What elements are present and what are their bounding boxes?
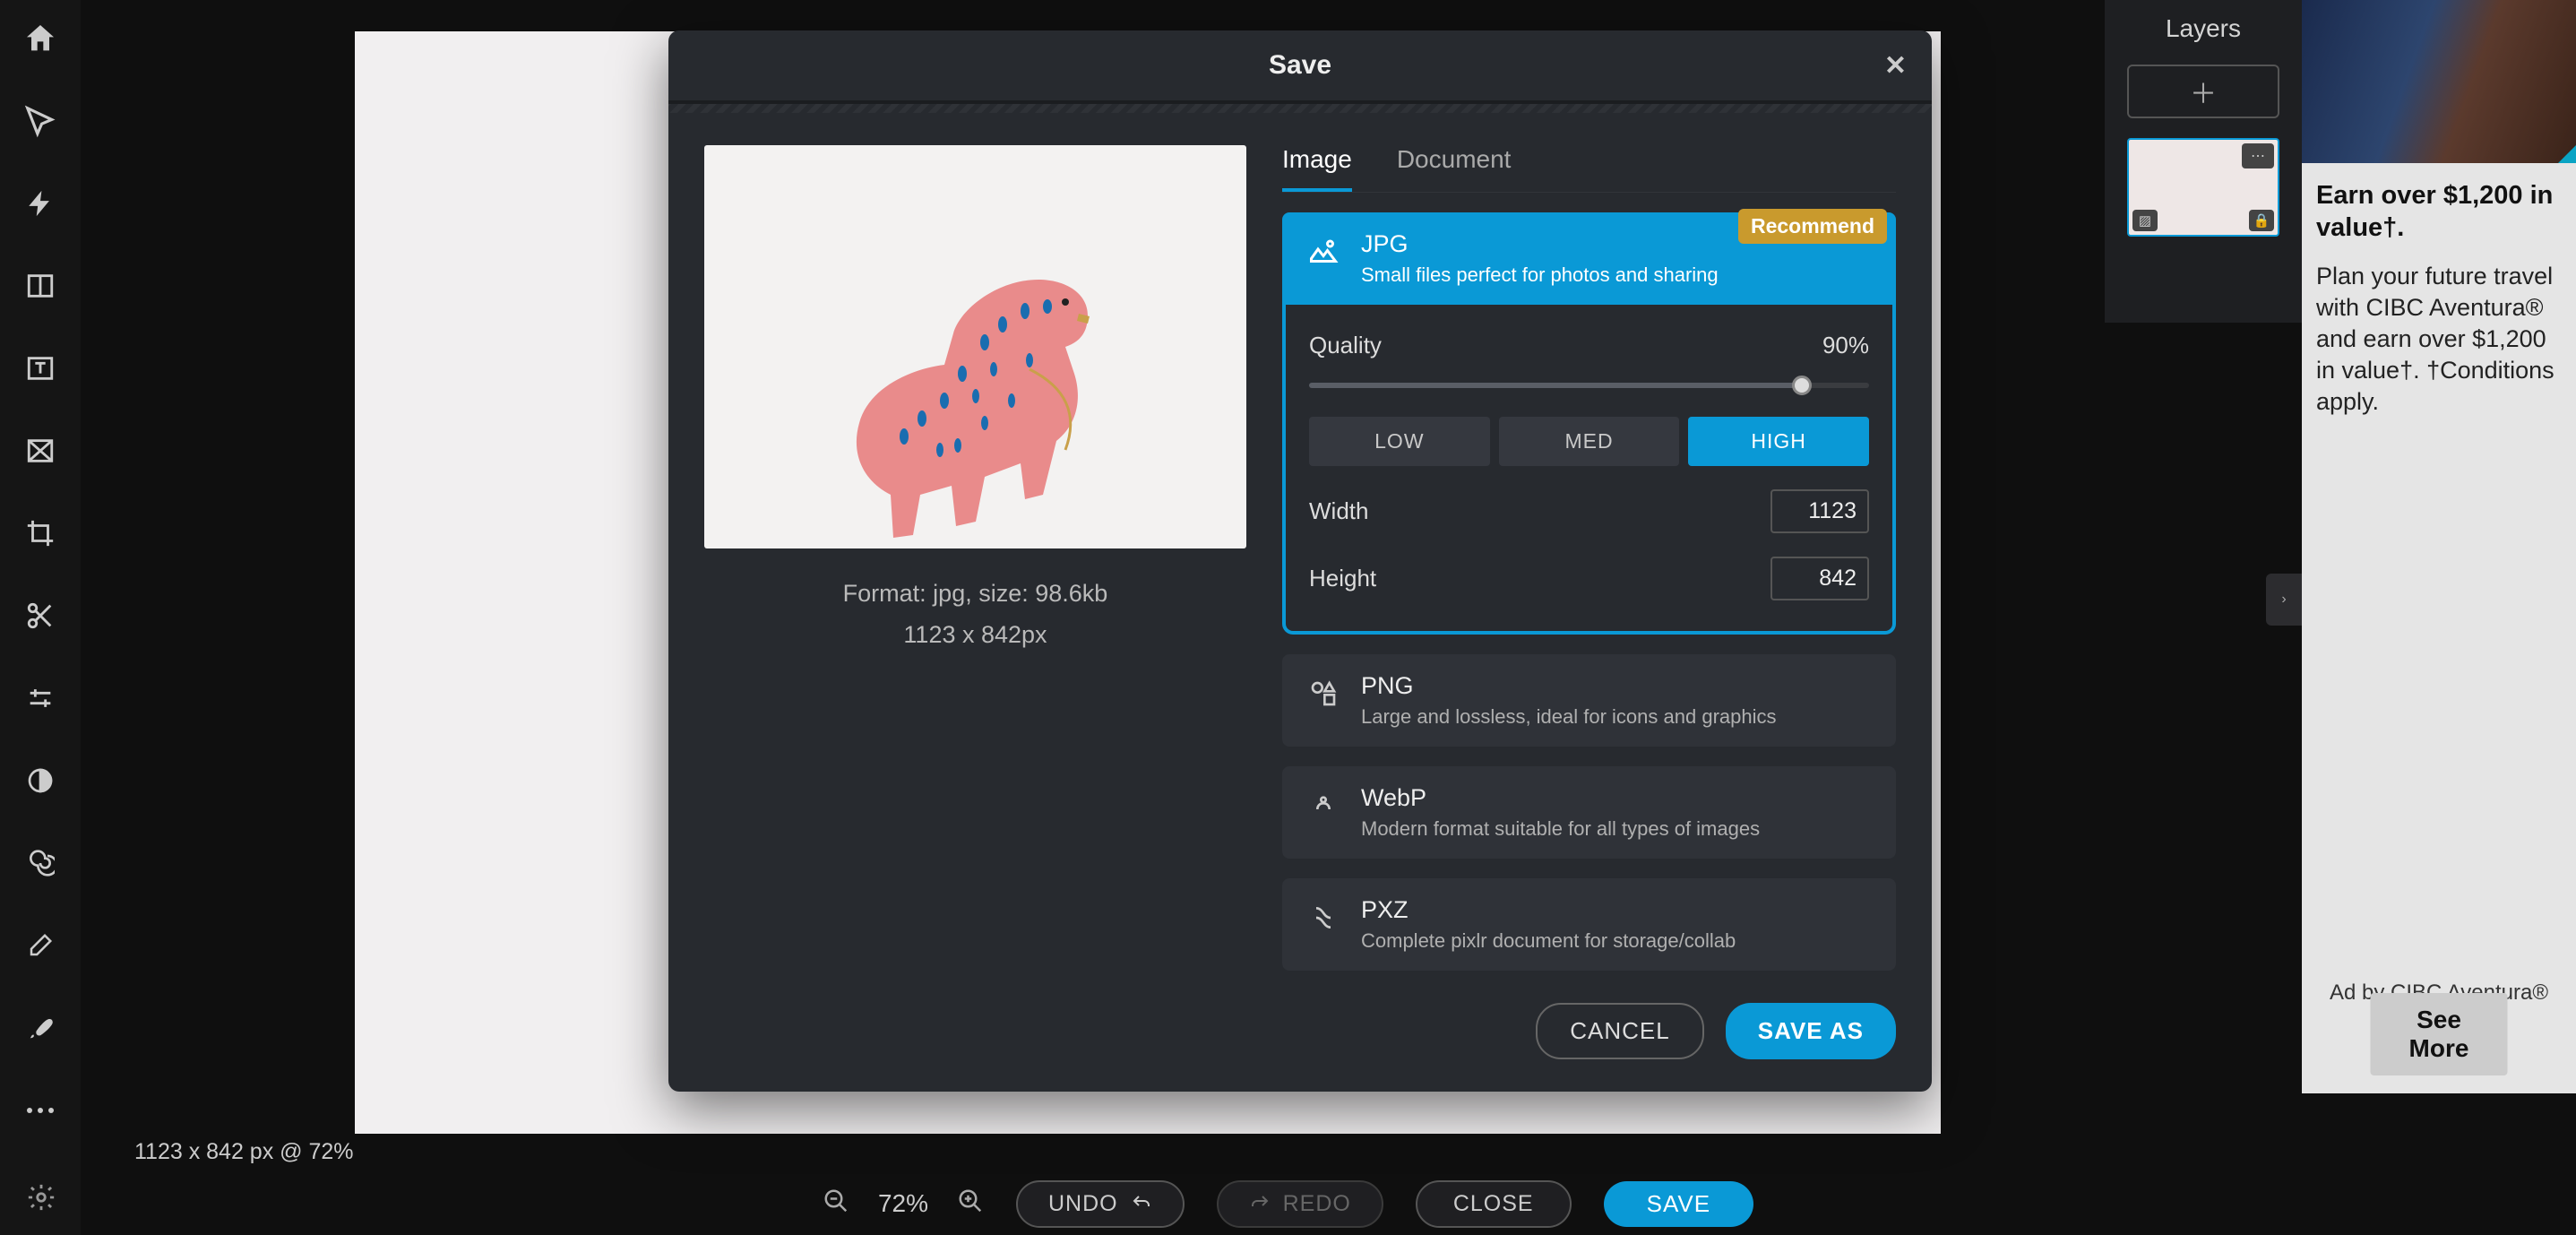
format-webp-desc: Modern format suitable for all types of …	[1361, 817, 1760, 841]
layers-panel: Layers ＋ ⋯ ▨ 🔒	[2105, 0, 2302, 323]
quality-label: Quality	[1309, 332, 1382, 359]
layer-type-icon: ▨	[2132, 210, 2158, 231]
contrast-icon[interactable]	[18, 758, 63, 803]
ad-image[interactable]	[2302, 0, 2576, 163]
format-jpg-desc: Small files perfect for photos and shari…	[1361, 263, 1719, 287]
pxz-icon	[1305, 900, 1341, 936]
undo-button[interactable]: UNDO	[1016, 1180, 1185, 1228]
webp-icon	[1305, 788, 1341, 824]
tab-document[interactable]: Document	[1397, 145, 1512, 192]
preset-high[interactable]: HIGH	[1688, 417, 1869, 466]
zoom-in-icon[interactable]	[957, 1188, 984, 1221]
pointer-icon[interactable]	[18, 99, 63, 143]
tab-image[interactable]: Image	[1282, 145, 1352, 192]
brush-icon[interactable]	[18, 1006, 63, 1050]
format-webp-title: WebP	[1361, 784, 1760, 812]
format-png-desc: Large and lossless, ideal for icons and …	[1361, 705, 1777, 729]
format-pxz-desc: Complete pixlr document for storage/coll…	[1361, 929, 1736, 953]
format-png[interactable]: PNG Large and lossless, ideal for icons …	[1282, 654, 1896, 747]
format-pxz-title: PXZ	[1361, 896, 1736, 924]
close-button[interactable]: CLOSE	[1416, 1180, 1572, 1228]
zoom-out-icon[interactable]	[823, 1188, 849, 1221]
dialog-title: Save	[1269, 50, 1331, 80]
close-icon[interactable]: ✕	[1884, 50, 1907, 82]
recommend-badge: Recommend	[1738, 209, 1887, 244]
pattern-icon[interactable]	[18, 428, 63, 473]
more-icon[interactable]	[18, 1088, 63, 1133]
format-png-title: PNG	[1361, 672, 1777, 700]
ad-sidebar: Earn over $1,200 in value†. Plan your fu…	[2302, 0, 2576, 1093]
left-toolbar	[0, 0, 81, 1235]
width-input[interactable]	[1770, 489, 1869, 533]
sliders-icon[interactable]	[18, 676, 63, 721]
format-pxz[interactable]: PXZ Complete pixlr document for storage/…	[1282, 878, 1896, 971]
text-icon[interactable]	[18, 346, 63, 391]
ad-headline: Earn over $1,200 in value†.	[2302, 163, 2576, 252]
canvas-status: 1123 x 842 px @ 72%	[134, 1139, 354, 1165]
lock-icon[interactable]: 🔒	[2249, 210, 2274, 231]
crop-icon[interactable]	[18, 511, 63, 556]
layer-thumbnail[interactable]: ⋯ ▨ 🔒	[2127, 138, 2279, 237]
preview-dimensions: 1123 x 842px	[704, 615, 1246, 656]
format-webp[interactable]: WebP Modern format suitable for all type…	[1282, 766, 1896, 859]
redo-button[interactable]: REDO	[1217, 1180, 1383, 1228]
jpg-icon	[1305, 234, 1341, 270]
save-dialog: Save ✕	[668, 30, 1932, 1092]
zap-icon[interactable]	[18, 181, 63, 226]
preview-image	[704, 145, 1246, 548]
save-button[interactable]: SAVE	[1604, 1181, 1753, 1227]
preset-low[interactable]: LOW	[1309, 417, 1490, 466]
home-icon[interactable]	[18, 16, 63, 61]
quality-value: 90%	[1822, 332, 1869, 359]
spiral-icon[interactable]	[18, 841, 63, 885]
preview-format: Format: jpg, size: 98.6kb	[704, 574, 1246, 615]
format-jpg-title: JPG	[1361, 230, 1719, 258]
cancel-button[interactable]: CANCEL	[1536, 1003, 1703, 1059]
jpg-settings: Quality 90% LOW MED HIGH Width Height	[1282, 305, 1896, 635]
scissors-icon[interactable]	[18, 593, 63, 638]
panel-collapse-button[interactable]: ›	[2266, 574, 2302, 626]
format-jpg[interactable]: Recommend JPG Small files perfect for ph…	[1282, 212, 1896, 305]
save-as-button[interactable]: SAVE AS	[1726, 1003, 1896, 1059]
preset-med[interactable]: MED	[1499, 417, 1680, 466]
width-label: Width	[1309, 497, 1368, 525]
bottom-bar: 72% UNDO REDO CLOSE SAVE	[0, 1172, 2576, 1235]
eraser-icon[interactable]	[18, 923, 63, 968]
layers-title: Layers	[2119, 14, 2287, 43]
zoom-value: 72%	[878, 1189, 928, 1218]
quality-slider[interactable]	[1309, 383, 1869, 388]
split-view-icon[interactable]	[18, 263, 63, 308]
ad-cta-button[interactable]: See More	[2371, 993, 2508, 1075]
add-layer-button[interactable]: ＋	[2127, 65, 2279, 118]
png-icon	[1305, 676, 1341, 712]
height-label: Height	[1309, 565, 1376, 592]
height-input[interactable]	[1770, 557, 1869, 600]
layer-options-icon[interactable]: ⋯	[2242, 143, 2274, 168]
ad-body: Plan your future travel with CIBC Aventu…	[2302, 252, 2576, 427]
